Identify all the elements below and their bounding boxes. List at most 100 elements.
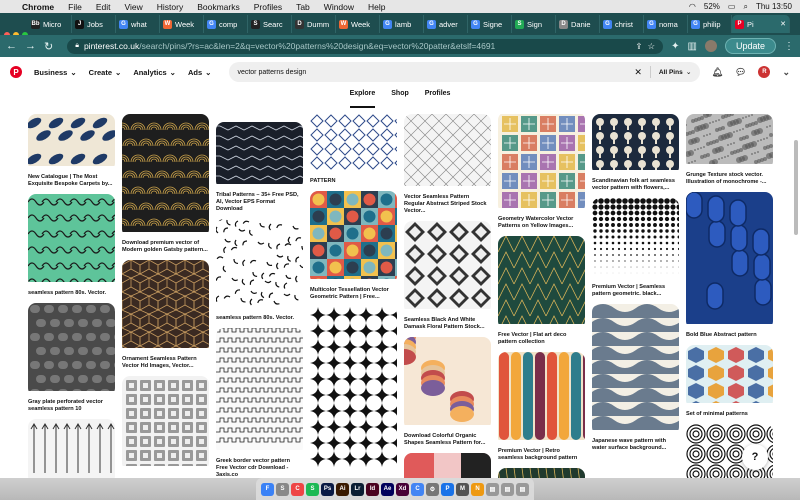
pin-caption[interactable]: Bold Blue Abstract pattern xyxy=(686,332,773,339)
pin-card[interactable]: Scandinavian folk art seamless vector pa… xyxy=(592,114,679,192)
pin-image[interactable] xyxy=(404,114,491,191)
reading-list-icon[interactable]: ▥ xyxy=(688,41,697,52)
browser-tab[interactable]: Gadver xyxy=(424,15,468,33)
pin-card[interactable]: Vector Seamless Pattern Regular Abstract… xyxy=(404,114,491,215)
create-dropdown[interactable]: Create ⌄ xyxy=(89,68,122,77)
dock-app-icon[interactable]: Id xyxy=(366,482,379,496)
menu-tab[interactable]: Tab xyxy=(296,2,310,12)
browser-tab[interactable]: S Searc xyxy=(248,15,292,33)
pin-image[interactable] xyxy=(592,198,679,281)
pin-caption[interactable]: Geometry Watercolor Vector Patterns on Y… xyxy=(498,216,585,230)
dock-app-icon[interactable]: C xyxy=(291,482,304,496)
dock-app-icon[interactable]: S xyxy=(276,482,289,496)
pin-card[interactable]: Greek border vector pattern Free Vector … xyxy=(216,328,303,478)
pin-image[interactable] xyxy=(498,352,585,445)
profile-avatar[interactable] xyxy=(704,40,717,52)
pin-image[interactable] xyxy=(216,328,303,455)
notifications-bell-icon[interactable]: 🔔︎ xyxy=(712,67,723,78)
pin-image[interactable] xyxy=(28,419,115,478)
browser-tab[interactable]: W Week xyxy=(336,15,380,33)
dock-app-icon[interactable]: P xyxy=(441,482,454,496)
messages-icon[interactable]: 💬︎ xyxy=(735,67,746,78)
browser-tab[interactable]: D Dumm xyxy=(292,15,336,33)
browser-tab[interactable]: S Sign xyxy=(512,15,556,33)
more-menu-icon[interactable]: ⋮ xyxy=(784,41,794,52)
pin-image[interactable] xyxy=(28,114,115,171)
pin-caption[interactable]: Set of minimal patterns xyxy=(686,411,773,418)
browser-tab[interactable]: Gcomp xyxy=(204,15,248,33)
pin-caption[interactable]: Free Vector | Flat art deco pattern coll… xyxy=(498,332,585,346)
pin-image[interactable] xyxy=(122,260,209,353)
analytics-dropdown[interactable]: Analytics ⌄ xyxy=(133,68,176,77)
browser-tab[interactable]: Gnoma xyxy=(644,15,688,33)
browser-tab[interactable]: Gwhat xyxy=(116,15,160,33)
browser-tab[interactable]: W Week xyxy=(160,15,204,33)
pin-card[interactable]: seamless pattern 80s. Vector. xyxy=(28,194,115,297)
menu-profiles[interactable]: Profiles xyxy=(254,2,282,12)
dock-app-icon[interactable]: Ai xyxy=(336,482,349,496)
pin-image[interactable] xyxy=(310,114,397,175)
pin-card[interactable]: PATTERN xyxy=(310,114,397,185)
pin-card[interactable]: Premium Vector | Retro seamless backgrou… xyxy=(498,352,585,462)
pin-card[interactable]: Seamless Black And White Damask Floral P… xyxy=(404,221,491,331)
pin-image[interactable] xyxy=(498,114,585,213)
lock-icon[interactable]: 🔒︎ xyxy=(75,42,79,50)
pin-caption[interactable]: Scandinavian folk art seamless vector pa… xyxy=(592,178,679,192)
spotlight-icon[interactable]: ⌕ xyxy=(743,2,747,12)
menu-view[interactable]: View xyxy=(124,2,142,12)
pin-image[interactable] xyxy=(404,221,491,314)
browser-tab[interactable]: Bb Micro xyxy=(28,15,72,33)
pin-caption[interactable]: Gray plate perforated vector seamless pa… xyxy=(28,399,115,413)
dock-app-icon[interactable]: ▤ xyxy=(516,482,529,496)
business-dropdown[interactable]: Business ⌄ xyxy=(34,68,77,77)
menu-help[interactable]: Help xyxy=(368,2,385,12)
browser-tab[interactable]: G Signe xyxy=(468,15,512,33)
pin-caption[interactable]: seamless pattern 80s. Vector. xyxy=(216,315,303,322)
pin-caption[interactable]: Greek border vector pattern Free Vector … xyxy=(216,458,303,478)
pin-card[interactable]: Gray plate perforated vector seamless pa… xyxy=(28,303,115,413)
pin-caption[interactable]: Seamless Black And White Damask Floral P… xyxy=(404,317,491,331)
clear-search-icon[interactable]: ✕ xyxy=(634,67,642,78)
forward-icon[interactable]: → xyxy=(25,40,36,52)
pin-card[interactable]: Grunge Texture stock vector. Illustratio… xyxy=(686,114,773,186)
pin-caption[interactable]: Multicolor Tessellation Vector Geometric… xyxy=(310,287,397,301)
dock-app-icon[interactable]: F xyxy=(261,482,274,496)
pin-image[interactable] xyxy=(592,114,679,175)
dock-app-icon[interactable]: N xyxy=(471,482,484,496)
pin-card[interactable] xyxy=(28,419,115,478)
pin-image[interactable] xyxy=(216,219,303,312)
pin-image[interactable] xyxy=(122,376,209,471)
clock[interactable]: Thu 13:50 xyxy=(756,2,792,11)
pin-caption[interactable]: Tribal Patterns – 35+ Free PSD, AI, Vect… xyxy=(216,192,303,213)
browser-tab[interactable]: Gchrist xyxy=(600,15,644,33)
browser-tab[interactable]: Gphilip xyxy=(688,15,732,33)
dock-app-icon[interactable]: Lr xyxy=(351,482,364,496)
dock-app-icon[interactable]: Ps xyxy=(321,482,334,496)
reload-icon[interactable]: ↻ xyxy=(44,40,53,53)
pin-image[interactable] xyxy=(404,337,491,430)
pin-card[interactable]: Multicolor Tessellation Vector Geometric… xyxy=(310,191,397,301)
pin-card[interactable] xyxy=(122,376,209,471)
user-avatar[interactable]: R xyxy=(758,66,771,78)
ads-dropdown[interactable]: Ads ⌄ xyxy=(188,68,211,77)
pin-caption[interactable]: Grunge Texture stock vector. Illustratio… xyxy=(686,172,773,186)
pin-card[interactable]: New Catalogue | The Most Exquisite Bespo… xyxy=(28,114,115,188)
tab-shop[interactable]: Shop xyxy=(391,90,409,108)
star-icon[interactable]: ☆ xyxy=(648,41,656,52)
dock-app-icon[interactable]: S xyxy=(306,482,319,496)
menu-window[interactable]: Window xyxy=(324,2,354,12)
pin-image[interactable] xyxy=(686,114,773,169)
pin-card[interactable] xyxy=(310,307,397,472)
pin-image[interactable] xyxy=(28,194,115,287)
pin-card[interactable]: Download premium vector of Modern golden… xyxy=(122,114,209,254)
pin-image[interactable] xyxy=(592,304,679,435)
pin-image[interactable] xyxy=(310,307,397,472)
browser-tab[interactable]: D Danie xyxy=(556,15,600,33)
pin-caption[interactable]: Ornament Seamless Pattern Vector Hd Imag… xyxy=(122,356,209,370)
pin-caption[interactable]: Download premium vector of Modern golden… xyxy=(122,240,209,254)
pin-card[interactable]: seamless pattern 80s. Vector. xyxy=(216,219,303,322)
share-icon[interactable]: ⇪ xyxy=(635,41,642,52)
pin-caption[interactable]: Premium Vector | Retro seamless backgrou… xyxy=(498,448,585,462)
update-button[interactable]: Update xyxy=(724,38,776,54)
pin-image[interactable] xyxy=(122,114,209,237)
